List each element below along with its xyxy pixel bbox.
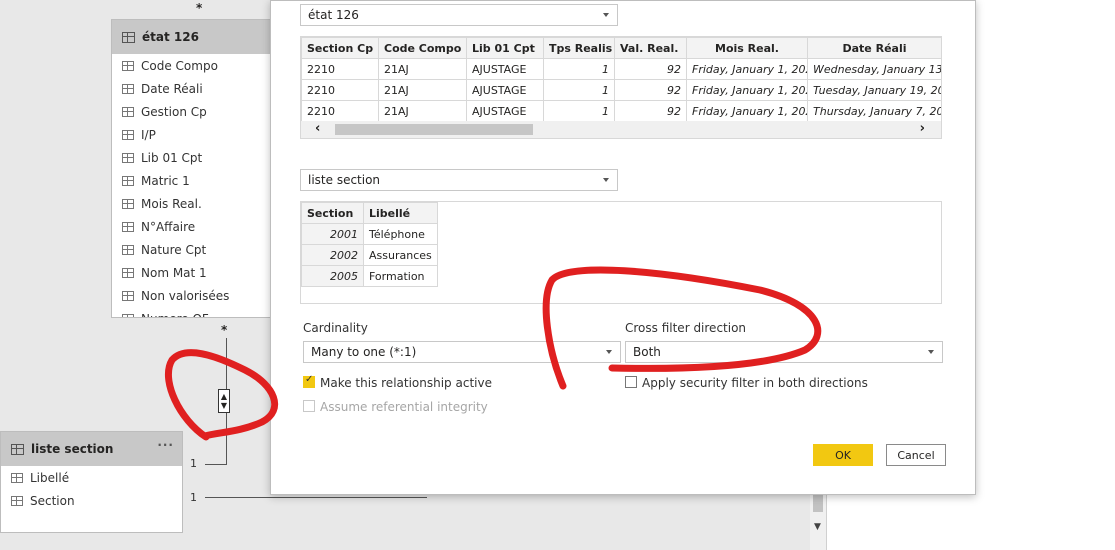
annotation-circle-left: [164, 349, 279, 441]
annotation-overlay: [164, 266, 822, 441]
annotation-circle-right: [542, 266, 822, 390]
